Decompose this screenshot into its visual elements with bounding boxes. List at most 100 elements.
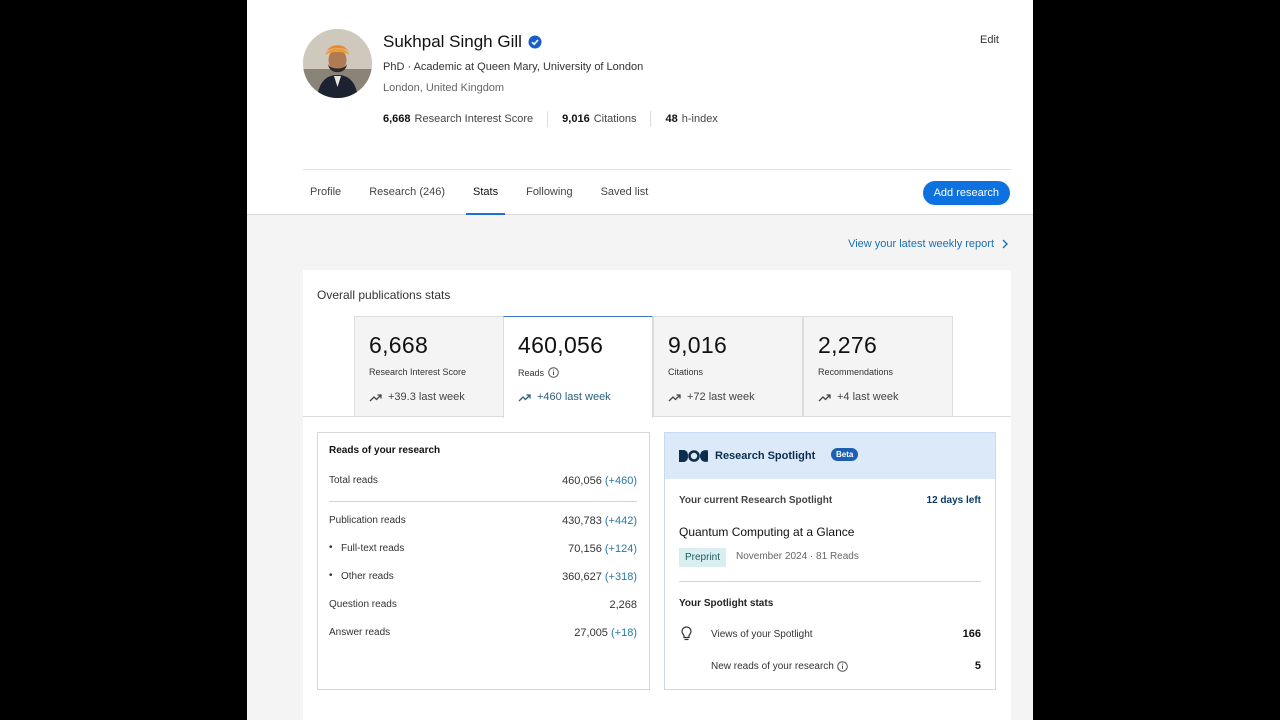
reads-row-question: Question reads 2,268 [329,599,637,611]
reads-row-publication: Publication reads 430,783 (+442) [329,515,637,527]
row-number: 360,627 [562,571,602,583]
metric-citations[interactable]: 9,016 Citations [562,113,636,125]
stat-card-recommendations[interactable]: 2,276 Recommendations +4 last week [803,316,953,417]
weekly-report-label: View your latest weekly report [848,238,994,250]
row-label: Publication reads [329,515,406,526]
stat-delta: +72 last week [668,391,755,403]
tab-stats[interactable]: Stats [466,170,506,215]
row-number: 70,156 [568,543,602,555]
row-label: Full-text reads [329,542,404,555]
row-number: 460,056 [562,475,602,487]
row-delta: (+460) [604,475,637,487]
stat-label-text: Citations [668,367,704,377]
metric-h-index[interactable]: 48 h-index [665,113,717,125]
reads-title: Reads of your research [329,445,441,456]
add-research-button[interactable]: Add research [922,181,1010,205]
row-label-group: New reads of your research [711,661,848,672]
row-value: 2,268 [609,599,637,611]
stat-delta-text: +39.3 last week [388,391,465,403]
row-label: New reads of your research [711,660,834,672]
spotlight-paper-title[interactable]: Quantum Computing at a Glance [679,525,854,539]
spotlight-new-reads-row: New reads of your research 5 [679,658,981,674]
weekly-report-link[interactable]: View your latest weekly report [848,238,1008,250]
spotlight-logo-icon [679,450,708,462]
reads-divider [329,501,637,502]
row-icon-spacer [679,658,693,674]
research-spotlight-card: Research Spotlight Beta Your current Res… [664,432,996,690]
chevron-right-icon [1002,239,1008,249]
info-icon[interactable] [548,367,559,378]
stat-label-text: Reads [518,367,545,378]
stat-label: Recommendations [818,367,893,377]
profile-header: Sukhpal Singh Gill PhD · Academic at Que… [247,0,1033,215]
row-value: 70,156 (+124) [568,543,637,555]
stat-label: Reads [518,367,559,378]
overall-stats-title: Overall publications stats [317,288,451,302]
stat-value: 2,276 [818,332,878,358]
row-delta: (+124) [604,543,637,555]
metric-value: 48 [665,113,678,125]
stat-label-text: Research Interest Score [369,367,467,377]
spotlight-header: Research Spotlight Beta [665,433,995,479]
stat-delta-text: +4 last week [837,391,899,403]
spotlight-stats-title: Your Spotlight stats [679,598,774,609]
metric-label: Citations [593,113,637,125]
row-value: 360,627 (+318) [562,571,637,583]
profile-name: Sukhpal Singh Gill [383,32,522,51]
profile-location: London, United Kingdom [383,82,505,94]
tab-saved-list[interactable]: Saved list [594,170,656,215]
stat-label: Citations [668,367,703,377]
metric-research-interest[interactable]: 6,668 Research Interest Score [383,113,533,125]
stat-delta-text: +72 last week [687,391,755,403]
stat-value: 6,668 [369,332,429,358]
row-value: 5 [974,660,981,672]
stat-label: Research Interest Score [369,367,466,377]
trend-up-icon [668,393,681,401]
tab-research[interactable]: Research (246) [362,170,452,215]
reads-row-total: Total reads 460,056 (+460) [329,475,637,487]
row-value: 27,005 (+18) [574,627,637,639]
stat-card-citations[interactable]: 9,016 Citations +72 last week [653,316,803,417]
info-icon[interactable] [837,660,848,672]
spotlight-divider [679,581,981,582]
profile-tabs: Profile Research (246) Stats Following S… [303,170,669,215]
trend-up-icon [369,393,382,401]
avatar-image [303,29,372,98]
name-row: Sukhpal Singh Gill [383,32,542,52]
avatar[interactable] [303,29,372,98]
row-number: 430,783 [562,515,602,527]
spotlight-title: Research Spotlight [715,450,816,462]
row-number: 27,005 [574,627,608,639]
days-left-label: 12 days left [926,495,981,506]
stat-card-research-interest[interactable]: 6,668 Research Interest Score +39.3 last… [354,316,504,417]
stat-delta: +4 last week [818,391,898,403]
verified-badge-icon [528,35,542,49]
row-delta: (+18) [611,627,637,639]
trend-up-icon [818,393,831,401]
row-delta: (+442) [604,515,637,527]
profile-metrics: 6,668 Research Interest Score 9,016 Cita… [383,111,718,127]
metric-label: h-index [681,113,718,125]
metric-divider [547,111,549,127]
stat-card-reads[interactable]: 460,056 Reads +460 last week [503,316,653,418]
profile-headline: PhD · Academic at Queen Mary, University… [383,61,644,73]
page: Sukhpal Singh Gill PhD · Academic at Que… [247,0,1033,720]
metric-divider [650,111,652,127]
reads-row-other: Other reads 360,627 (+318) [329,570,637,583]
trend-up-icon [518,393,531,401]
tab-profile[interactable]: Profile [303,170,348,215]
row-value: 460,056 (+460) [562,475,637,487]
metric-value: 6,668 [383,113,411,125]
row-label: Question reads [329,599,397,610]
edit-button[interactable]: Edit [980,34,999,46]
reads-row-answer: Answer reads 27,005 (+18) [329,627,637,639]
stat-delta: +39.3 last week [369,391,465,403]
row-value: 166 [962,628,981,640]
row-number: 2,268 [609,599,637,611]
reads-breakdown-card: Reads of your research Total reads 460,0… [317,432,650,690]
stat-delta-text: +460 last week [537,391,611,403]
metric-label: Research Interest Score [414,113,534,125]
tab-following[interactable]: Following [519,170,579,215]
stat-value: 460,056 [518,332,604,358]
paper-meta: November 2024 · 81 Reads [736,551,859,562]
